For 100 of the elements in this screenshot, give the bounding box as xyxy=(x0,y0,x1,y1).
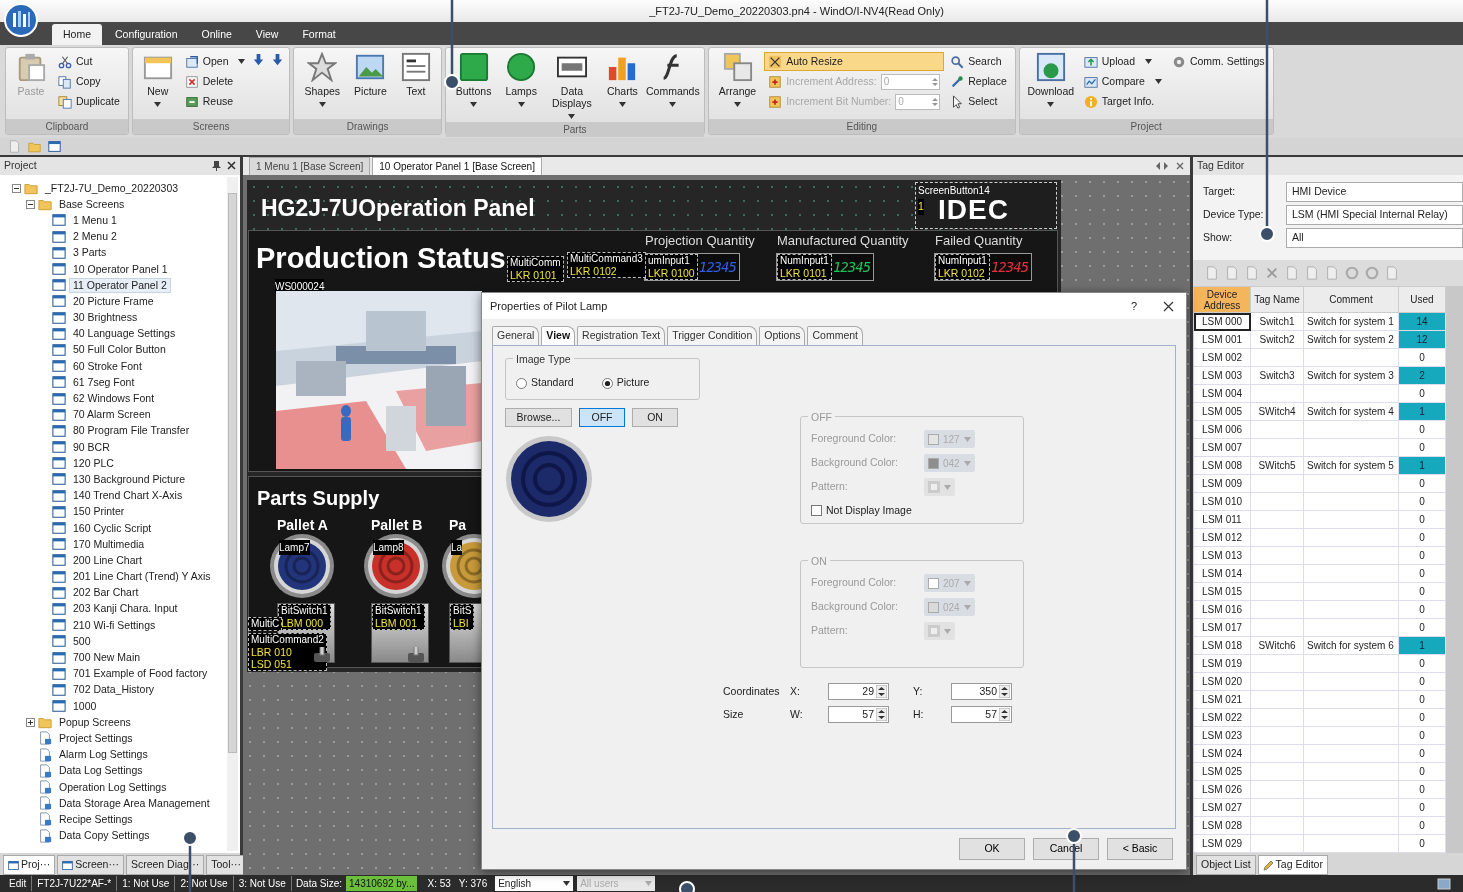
tree-item[interactable]: 203 Kanji Chara. Input xyxy=(69,601,182,617)
ribbon-button[interactable]: Data Displays xyxy=(544,50,599,121)
column-header[interactable]: Comment xyxy=(1303,286,1399,313)
tree-item[interactable]: 150 Printer xyxy=(69,504,129,520)
tree-item[interactable]: 40 Language Settings xyxy=(69,326,180,342)
tree-item[interactable]: 60 Stroke Font xyxy=(69,358,146,374)
tree-item[interactable]: Operation Log Settings xyxy=(55,779,171,795)
ribbon-button[interactable]: Delete xyxy=(180,72,250,91)
tree-item[interactable]: 30 Brightness xyxy=(69,310,142,326)
toggle-button[interactable]: Browse... xyxy=(505,408,572,427)
panel-tab[interactable]: Screen··· xyxy=(57,855,124,875)
column-header[interactable]: Device Address xyxy=(1193,286,1251,313)
tree-item[interactable]: 120 PLC xyxy=(69,455,118,471)
panel-tab[interactable]: Tag Editor xyxy=(1257,855,1328,875)
dropdown-field[interactable]: LSM (HMI Special Internal Relay) xyxy=(1286,204,1463,225)
dialog-tab[interactable]: General xyxy=(492,326,540,345)
number-field[interactable]: 29 xyxy=(828,683,889,700)
ribbon-button[interactable]: Compare xyxy=(1079,72,1166,91)
dropdown-field[interactable]: HMI Device xyxy=(1286,181,1463,202)
ribbon-button[interactable]: Search xyxy=(946,52,1011,71)
number-field[interactable]: 57 xyxy=(951,706,1012,723)
dialog-tab[interactable]: View xyxy=(541,326,576,345)
tree-item[interactable]: 701 Example of Food factory xyxy=(69,666,212,682)
tree-item[interactable]: 62 Windows Font xyxy=(69,391,159,407)
tree-item[interactable]: 80 Program File Transfer xyxy=(69,423,194,439)
tree-item[interactable]: Recipe Settings xyxy=(55,811,137,827)
tree-item[interactable]: 160 Cyclic Script xyxy=(69,520,156,536)
tree-item[interactable]: 3 Parts xyxy=(69,245,111,261)
ribbon-button[interactable]: Select xyxy=(946,92,1011,111)
help-button[interactable]: ? xyxy=(1130,297,1137,315)
tree-item[interactable]: 20 Picture Frame xyxy=(69,293,158,309)
tree-item[interactable]: Data Storage Area Management xyxy=(55,795,214,811)
toggle-button[interactable]: ON xyxy=(632,408,678,427)
ribbon-button[interactable]: Shapes xyxy=(298,50,347,117)
tree-item[interactable]: 90 BCR xyxy=(69,439,114,455)
dialog-tab[interactable]: Registration Text xyxy=(577,326,666,345)
status-dropdown[interactable]: English xyxy=(495,876,574,891)
tree-item[interactable]: 10 Operator Panel 1 xyxy=(69,261,172,277)
toggle-button[interactable]: OFF xyxy=(579,408,625,427)
ribbon-button[interactable]: Cut xyxy=(54,52,124,71)
tree-item[interactable]: 2 Menu 2 xyxy=(69,229,121,245)
ribbon-tab[interactable]: Online xyxy=(190,24,243,45)
panel-tab[interactable]: Proj··· xyxy=(3,855,56,875)
tree-item[interactable]: Project Settings xyxy=(55,730,137,746)
ribbon-button[interactable]: Arrange xyxy=(712,50,763,117)
ribbon-button[interactable]: Buttons xyxy=(449,50,498,121)
tree-item[interactable]: Data Copy Settings xyxy=(55,828,154,844)
tree-item[interactable]: 1 Menu 1 xyxy=(69,212,121,228)
dialog-button[interactable]: OK xyxy=(959,838,1025,860)
ribbon-button[interactable]: Duplicate xyxy=(54,92,124,111)
tree-item[interactable]: Base Screens xyxy=(55,196,129,212)
ribbon-button[interactable]: Reuse xyxy=(180,92,250,111)
ribbon-button[interactable]: Replace xyxy=(946,72,1011,91)
ribbon-button[interactable]: Text xyxy=(394,50,437,117)
ribbon-button[interactable]: Auto Resize xyxy=(764,52,945,71)
tree-item[interactable]: 140 Trend Chart X-Axis xyxy=(69,488,187,504)
tree-item[interactable]: 210 Wi-fi Settings xyxy=(69,617,160,633)
ribbon-button[interactable]: New xyxy=(136,50,179,117)
tree-item[interactable]: Data Log Settings xyxy=(55,763,147,779)
number-field[interactable]: 350 xyxy=(951,683,1012,700)
ribbon-button[interactable]: Commands xyxy=(645,50,700,121)
tree-item[interactable]: 702 Data_History xyxy=(69,682,159,698)
tree-item[interactable]: 50 Full Color Button xyxy=(69,342,170,358)
logo-button[interactable]: ScreenButton14 1 IDEC xyxy=(915,182,1057,229)
tree-item[interactable]: 700 New Main xyxy=(69,650,145,666)
tree-item[interactable]: 130 Background Picture xyxy=(69,471,190,487)
document-tab[interactable]: 10 Operator Panel 1 [Base Screen] xyxy=(372,157,542,175)
ribbon-tab[interactable]: Format xyxy=(291,24,347,45)
ribbon-button[interactable]: Picture xyxy=(348,50,393,117)
ribbon-button[interactable]: Copy xyxy=(54,72,124,91)
ribbon-button[interactable]: Open xyxy=(180,52,250,71)
ribbon-button[interactable]: Download xyxy=(1023,50,1078,117)
column-header[interactable]: Used xyxy=(1398,286,1446,313)
ribbon-button[interactable]: Upload xyxy=(1079,52,1166,71)
tree-item[interactable]: 170 Multimedia xyxy=(69,536,149,552)
dropdown-field[interactable]: All xyxy=(1286,227,1463,248)
number-field[interactable]: 57 xyxy=(828,706,889,723)
tree-item[interactable]: 1000 xyxy=(69,698,101,714)
tree-item[interactable]: 201 Line Chart (Trend) Y Axis xyxy=(69,569,215,585)
dialog-button[interactable]: < Basic xyxy=(1107,838,1173,860)
tree-item[interactable]: 500 xyxy=(69,633,95,649)
tree-item[interactable]: 61 7seg Font xyxy=(69,374,139,390)
ribbon-button[interactable]: Charts xyxy=(600,50,644,121)
tree-item[interactable]: 11 Operator Panel 2 xyxy=(69,277,171,293)
ribbon-button[interactable]: Comm. Settings xyxy=(1167,52,1269,71)
tree-item[interactable]: Popup Screens xyxy=(55,714,135,730)
dialog-tab[interactable]: Trigger Condition xyxy=(667,326,758,345)
tree-item[interactable]: Alarm Log Settings xyxy=(55,747,152,763)
ribbon-button[interactable]: Target Info. xyxy=(1079,92,1166,111)
panel-tab[interactable]: Tool··· xyxy=(206,855,246,875)
dialog-tab[interactable]: Comment xyxy=(807,326,863,345)
ribbon-button[interactable]: Lamps xyxy=(499,50,543,121)
tree-item[interactable]: _FT2J-7U_Demo_20220303 xyxy=(41,180,183,196)
document-tab[interactable]: 1 Menu 1 [Base Screen] xyxy=(249,157,371,175)
tree-item[interactable]: 202 Bar Chart xyxy=(69,585,143,601)
panel-tab[interactable]: Object List xyxy=(1196,855,1256,875)
dialog-tab[interactable]: Options xyxy=(759,326,806,345)
tree-item[interactable]: 200 Line Chart xyxy=(69,552,146,568)
ribbon-tab[interactable]: Configuration xyxy=(104,24,189,45)
column-header[interactable]: Tag Name xyxy=(1250,286,1304,313)
